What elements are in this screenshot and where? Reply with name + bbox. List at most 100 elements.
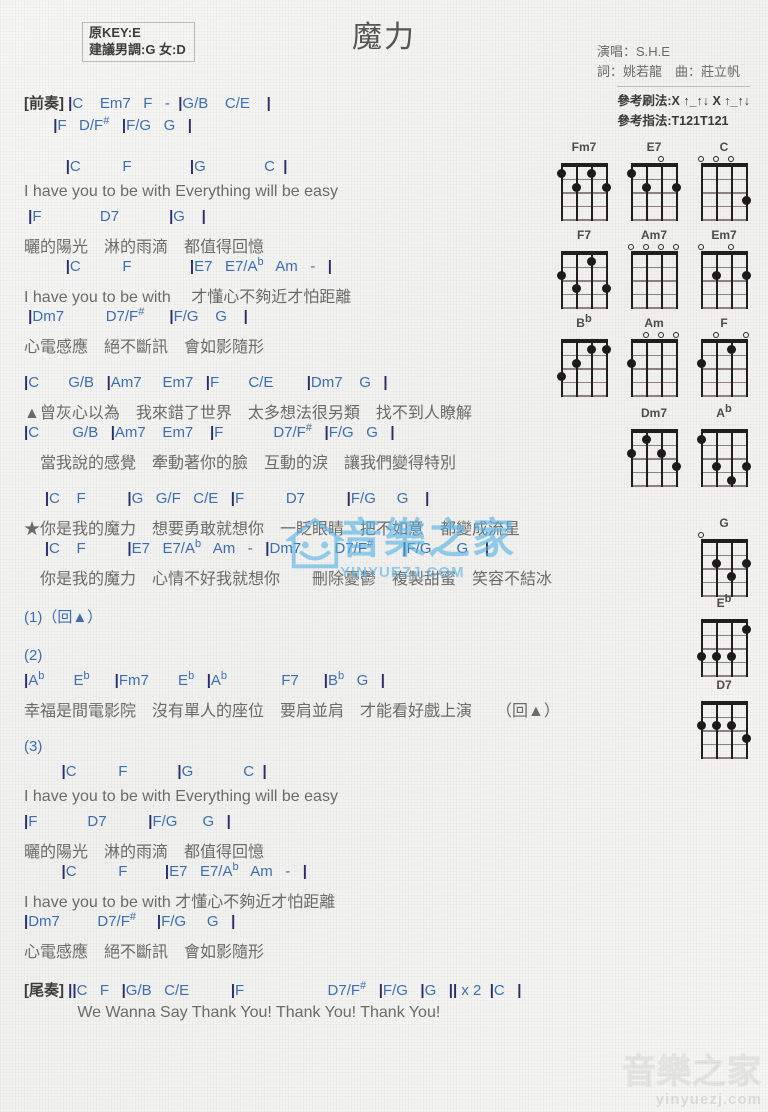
- fret-line: [701, 757, 747, 759]
- fret-line: [701, 280, 747, 282]
- string-line: [731, 251, 733, 309]
- lyric-line: 心電感應 絕不斷訊 會如影隨形: [24, 339, 265, 356]
- open-string-marker: [728, 156, 734, 162]
- fret-line: [701, 266, 747, 268]
- finger-dot: [572, 182, 581, 192]
- string-line: [716, 163, 718, 221]
- open-string-marker: [658, 156, 664, 162]
- fret-line: [561, 205, 607, 207]
- chord-diagram-label: G: [719, 516, 729, 530]
- fret-line: [561, 368, 607, 370]
- sheet-block-gap: [0, 633, 545, 647]
- chord-diagram-label: Ab: [716, 403, 732, 421]
- finger-dot: [642, 182, 651, 192]
- fret-line: [701, 458, 747, 460]
- finger-dot: [712, 652, 721, 662]
- fret-line: [631, 293, 677, 295]
- fret-line: [701, 381, 747, 383]
- fret-line: [561, 307, 607, 309]
- chord-line: |C F |G C |: [65, 158, 288, 175]
- fret-line: [701, 743, 747, 745]
- chord-diagram-am7: Am7: [618, 228, 690, 309]
- sheet-block: (2) |Ab Eb |Fm7 Eb |Ab F7 |Bb G | 幸福是間電影院 …: [0, 647, 560, 722]
- string-line: [746, 251, 748, 309]
- watermark-bottom-cn: 音樂之家: [622, 1053, 762, 1091]
- chord-diagram-label: D7: [716, 678, 732, 692]
- chord-line: |Dm7 D7/F# |F/G G |: [24, 911, 236, 931]
- watermark-bottom-en: yinyuezj.com: [655, 1091, 762, 1108]
- fretboard-grid: [697, 429, 751, 487]
- string-line: [701, 701, 703, 759]
- finger-dot: [627, 358, 636, 368]
- fretboard-grid: [701, 539, 751, 597]
- string-line: [716, 619, 718, 677]
- string-line: [746, 539, 748, 597]
- fret-line: [701, 568, 747, 570]
- open-string-markers: [688, 155, 760, 163]
- finger-dot: [672, 462, 681, 472]
- lyric-line: 曬的陽光 淋的雨滴 都值得回憶: [24, 239, 265, 256]
- string-line: [716, 539, 718, 597]
- fretboard-grid: [631, 251, 678, 309]
- singer-label: 演唱：S.H.E: [596, 44, 670, 59]
- finger-dot: [697, 358, 706, 368]
- fret-line: [631, 485, 677, 487]
- string-line: [661, 251, 663, 309]
- chord-line: |F D/F# |F/G G |: [53, 115, 192, 135]
- string-line: [606, 163, 608, 221]
- fret-line: [701, 307, 747, 309]
- chord-diagram-bb: Bb: [548, 314, 620, 397]
- open-string-markers: [618, 331, 690, 339]
- string-line: [731, 539, 733, 597]
- chord-diagram-ab: Ab: [688, 403, 760, 487]
- chord-diagram-label: F7: [576, 228, 591, 242]
- chord-line: |C G/B |Am7 Em7 |F D7/F# |F/G G |: [24, 422, 395, 442]
- open-string-markers: [688, 693, 760, 701]
- string-line: [731, 619, 733, 677]
- finger-dot: [657, 448, 666, 458]
- open-string-marker: [673, 244, 679, 250]
- sheet-block: |C G/B |Am7 Em7 |F C/E |Dm7 G | ▲曾灰心以為 我來…: [0, 374, 545, 474]
- open-string-markers: [548, 331, 620, 339]
- chord-line: |Dm7 D7/F# |F/G G |: [28, 306, 248, 326]
- open-string-markers: [688, 611, 760, 619]
- finger-dot: [587, 345, 596, 355]
- nut: [631, 251, 677, 255]
- string-line: [716, 701, 718, 759]
- fret-line: [631, 266, 677, 268]
- finger-dot: [742, 625, 751, 635]
- chord-diagram-label: C: [719, 140, 729, 154]
- string-line: [631, 339, 633, 397]
- finger-dot: [742, 558, 751, 568]
- sheet-block: |C F |G G/F C/E |F D7 |F/G G | ★你是我的魔力 想要…: [0, 490, 553, 590]
- string-line: [631, 429, 633, 487]
- fretboard-grid: [697, 339, 748, 397]
- nut: [701, 429, 747, 433]
- string-line: [731, 701, 733, 759]
- sheet-block: (1)（回▲）: [0, 606, 545, 631]
- fretboard-grid: [697, 619, 751, 677]
- string-line: [661, 163, 663, 221]
- nut: [631, 339, 677, 343]
- lyric-line: 心電感應 絕不斷訊 會如影隨形: [24, 944, 265, 961]
- finger-dot: [727, 572, 736, 582]
- fret-line: [701, 192, 747, 194]
- open-string-markers: [548, 155, 620, 163]
- fret-line: [701, 730, 747, 732]
- lyric-line: 你是我的魔力 心情不好我就想你 刪除憂鬱 複製甜蜜 笑容不結冰: [24, 571, 553, 588]
- open-string-marker: [658, 332, 664, 338]
- chord-diagram-label: Eb: [716, 593, 732, 611]
- finger-dot: [742, 462, 751, 472]
- open-string-marker: [643, 244, 649, 250]
- nut: [701, 619, 747, 623]
- string-line: [676, 251, 678, 309]
- string-line: [701, 163, 703, 221]
- fret-line: [701, 675, 747, 677]
- chord-diagram-label: F: [720, 316, 728, 330]
- fret-line: [561, 293, 607, 295]
- string-line: [746, 701, 748, 759]
- sheet-block-gap: [0, 592, 545, 606]
- fret-line: [561, 192, 607, 194]
- chord-diagram-eb: Eb: [688, 593, 760, 677]
- string-line: [701, 619, 703, 677]
